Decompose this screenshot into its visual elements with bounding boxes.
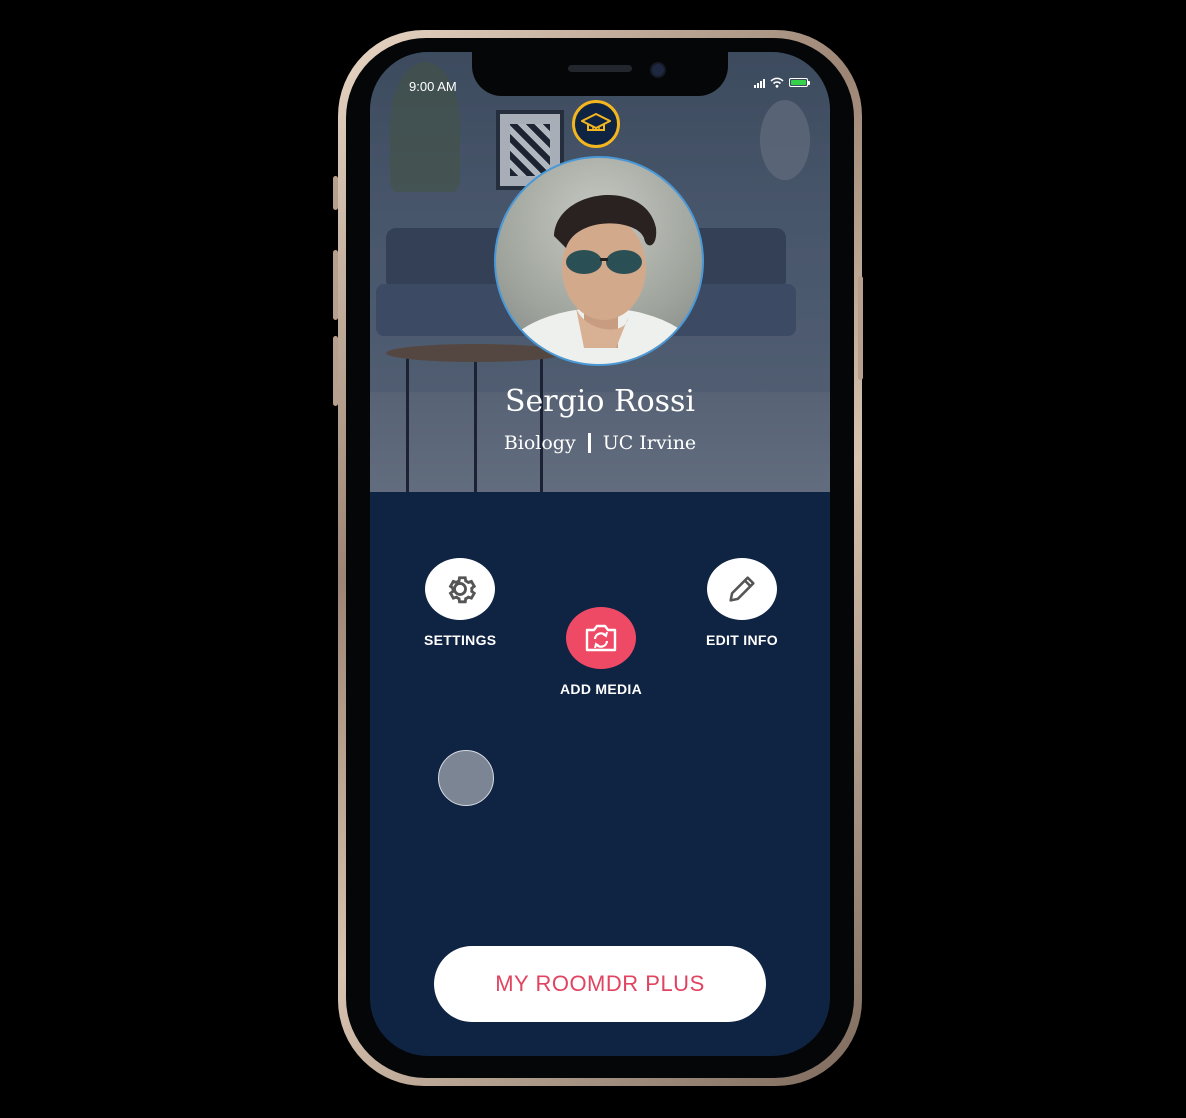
app-screen: Sergio Rossi Biology UC Irvine 9:00 AM S… <box>370 52 830 1056</box>
status-icons <box>754 77 810 88</box>
earpiece-speaker <box>568 65 632 72</box>
settings-label: SETTINGS <box>424 632 497 648</box>
front-camera <box>650 62 666 78</box>
add-media-action[interactable]: ADD MEDIA <box>560 607 642 697</box>
profile-cover-photo: Sergio Rossi Biology UC Irvine <box>370 52 830 492</box>
gear-icon <box>448 576 477 604</box>
signal-icon <box>754 78 765 88</box>
profile-major: Biology <box>503 432 576 454</box>
graduation-cap-icon <box>581 112 611 131</box>
pencil-icon <box>729 576 755 602</box>
my-roomdr-plus-button[interactable]: MY ROOMDR PLUS <box>434 946 766 1022</box>
edit-info-label: EDIT INFO <box>706 632 778 648</box>
assistive-touch-button[interactable] <box>438 750 494 806</box>
settings-button[interactable] <box>425 558 496 620</box>
battery-icon <box>789 78 810 87</box>
edit-info-action[interactable]: EDIT INFO <box>706 558 778 648</box>
device-notch <box>472 52 728 96</box>
volume-down-button <box>333 336 338 406</box>
settings-action[interactable]: SETTINGS <box>424 558 496 648</box>
avatar-portrait <box>496 194 702 364</box>
mute-switch <box>333 176 338 210</box>
add-media-label: ADD MEDIA <box>560 681 643 697</box>
profile-avatar[interactable] <box>494 156 704 366</box>
student-badge[interactable] <box>572 100 620 148</box>
power-button <box>858 276 863 380</box>
profile-school: UC Irvine <box>602 432 697 454</box>
profile-name: Sergio Rossi <box>504 384 696 419</box>
add-media-button[interactable] <box>566 607 637 669</box>
wifi-icon <box>770 77 784 88</box>
profile-details: Biology UC Irvine <box>370 432 830 454</box>
edit-info-button[interactable] <box>706 558 777 620</box>
status-time: 9:00 AM <box>409 79 457 94</box>
volume-up-button <box>333 250 338 320</box>
camera-rotate-icon <box>585 624 617 652</box>
details-divider <box>587 433 591 453</box>
